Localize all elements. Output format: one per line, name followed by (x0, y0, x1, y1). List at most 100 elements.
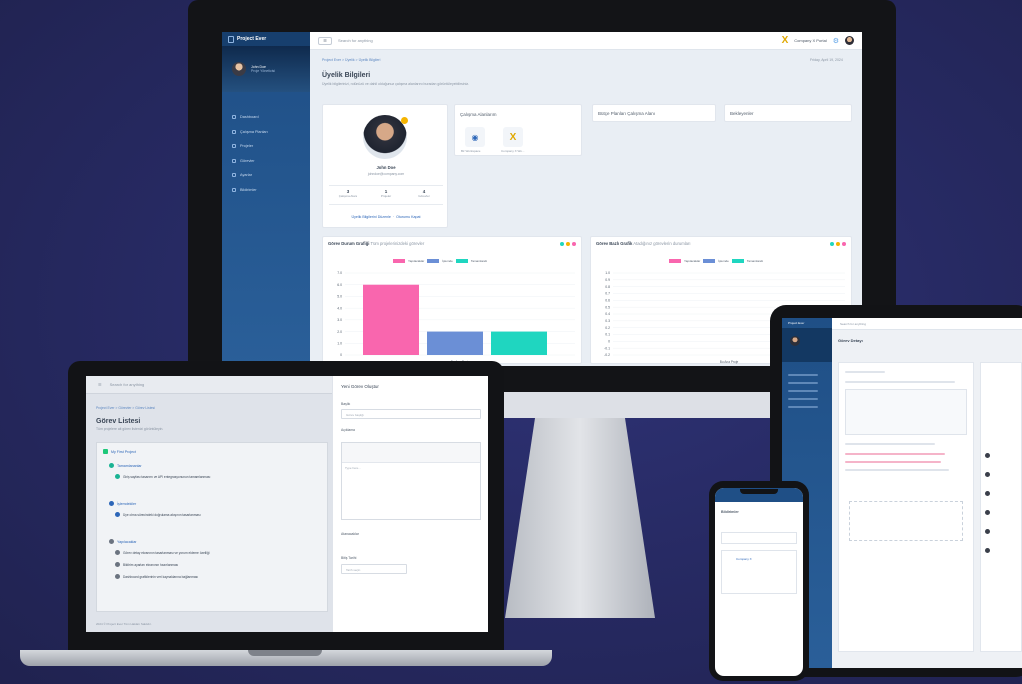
legend-label[interactable]: Yapılacaklar (408, 259, 424, 263)
x-tick-label: Bu Ana Proje (720, 360, 739, 364)
legend-swatch (393, 259, 405, 263)
search-input[interactable]: Search for anything (110, 382, 145, 387)
sidebar-item-notifications[interactable]: Bildirimler (232, 183, 310, 198)
feed-list (981, 363, 1021, 553)
workspace-label: Company X Wo... (501, 149, 525, 153)
task-title: Dashboard grafiklerinin veri kaynakların… (123, 574, 199, 579)
page-title: Bildirimler (721, 510, 739, 514)
stat-label: Çalışma Alanı (338, 194, 358, 198)
avatar (985, 491, 990, 496)
notification-card[interactable]: Company X (721, 550, 797, 594)
menu-icon[interactable]: ☰ (98, 382, 102, 387)
search-input[interactable]: Search for anything (840, 322, 866, 326)
sidebar-item[interactable] (788, 398, 818, 400)
section-todo[interactable]: Yapılacaklar (109, 539, 137, 544)
stat-projects: 1 Projeler (367, 186, 405, 204)
control-dot[interactable] (836, 242, 840, 246)
sidebar-item[interactable] (788, 374, 818, 376)
avatar[interactable] (232, 62, 246, 76)
legend-label[interactable]: Yapılacaklar (684, 259, 700, 263)
company-switcher[interactable]: Company X Portal (794, 38, 826, 43)
chart-title-main: Görev Bazlı Grafik (596, 241, 633, 246)
bar-yapılacaklar (363, 284, 419, 355)
editor-toolbar[interactable] (342, 443, 480, 463)
y-tick-label: 0.9 (605, 278, 610, 282)
filter-card[interactable] (721, 532, 797, 544)
breadcrumb[interactable]: Project Ever > Görevler > Görev Listesi (96, 406, 155, 410)
budget-card[interactable]: Bütçe Planları Çalışma Alanı (592, 104, 716, 122)
sidebar-item-label: Projeler (240, 144, 254, 149)
description-editor[interactable] (845, 389, 967, 435)
control-dot[interactable] (830, 242, 834, 246)
project-name: My First Project (111, 449, 136, 454)
edit-profile-link[interactable]: Üyelik Bilgilerini Düzenle (352, 215, 391, 219)
control-dot[interactable] (566, 242, 570, 246)
sidebar-item[interactable] (788, 390, 818, 392)
x-logo-icon: X (781, 34, 789, 46)
avatar[interactable] (845, 36, 854, 45)
check-circle-icon (115, 474, 120, 479)
avatar[interactable] (790, 336, 800, 346)
profile-card: John Doe johndoe@company.com 3 Çalışma Al… (322, 104, 448, 228)
list-item[interactable]: Üye olma sürecindeki doğrulama akışının … (115, 512, 201, 517)
control-dot[interactable] (572, 242, 576, 246)
sidebar-item-label: Dashboard (240, 115, 259, 120)
section-label: İşlemdekiler (117, 501, 137, 506)
text-line (845, 453, 945, 455)
legend-label[interactable]: Tamamlandı (747, 259, 763, 263)
workspace-item[interactable]: X (503, 127, 523, 147)
legend-label[interactable]: Tamamlandı (471, 259, 487, 263)
control-dot[interactable] (560, 242, 564, 246)
chart-controls[interactable] (560, 242, 576, 246)
sidebar-item[interactable] (788, 406, 818, 408)
field-label: Bitiş Tarihi (341, 556, 357, 560)
text-line (845, 461, 941, 463)
legend-label[interactable]: İşlemde (718, 259, 729, 263)
list-item[interactable]: Görev detay ekranının tasarlanması ve yo… (115, 550, 209, 555)
control-dot[interactable] (842, 242, 846, 246)
section-done[interactable]: Tamamlananlar (109, 463, 142, 468)
user-panel (782, 328, 832, 362)
breadcrumb[interactable]: Project Ever > Üyelik > Üyelik Bilgileri (322, 58, 380, 62)
description-editor[interactable]: Type here... (341, 442, 481, 520)
legend-label[interactable]: İşlemde (442, 259, 453, 263)
date-input[interactable]: Tarih seçin (341, 564, 407, 574)
y-tick-label: 1.0 (605, 271, 610, 275)
y-tick-label: 0 (608, 340, 610, 344)
list-item[interactable]: Bildirim ayarları ekranının hazırlanması (115, 562, 178, 567)
pending-card[interactable]: Bekleyenler (724, 104, 852, 122)
menu-toggle-button[interactable]: ☰ (318, 36, 332, 45)
sidebar-item-projects[interactable]: Projeler (232, 139, 310, 154)
chart-card-status: Görev Durum Grafiği Tüm projelerinizdeki… (322, 236, 582, 364)
y-tick-label: 0 (340, 353, 342, 357)
search-input[interactable]: Search for anything (338, 38, 776, 43)
sidebar-item[interactable] (788, 382, 818, 384)
stat-workspaces: 3 Çalışma Alanı (329, 186, 367, 204)
logout-link[interactable]: Oturumu Kapat (396, 215, 420, 219)
project-panel: My First Project Tamamlananlar Giriş say… (96, 442, 328, 612)
project-header[interactable]: My First Project (103, 449, 136, 454)
topbar: ☰ Search for anything X Company X Portal… (310, 32, 862, 50)
list-item[interactable]: Giriş sayfası tasarımı ve API entegrasyo… (115, 474, 210, 479)
sidebar-header[interactable]: Project Ever (222, 32, 310, 46)
sidebar-item-settings[interactable]: Ayarlar (232, 168, 310, 183)
y-tick-label: 1.0 (337, 341, 342, 345)
y-tick-label: 6.0 (337, 283, 342, 287)
sidebar-item-plans[interactable]: Çalışma Planları (232, 125, 310, 140)
list-item[interactable]: Dashboard grafiklerinin veri kaynakların… (115, 574, 198, 579)
phone-notch (740, 489, 778, 494)
check-circle-icon (109, 463, 114, 468)
sidebar-item-tasks[interactable]: Görevler (232, 154, 310, 169)
workspace-item[interactable]: ◉ (465, 127, 485, 147)
page-subtitle: Üyelik bilgilerinizi, rolünüzü ve dahil … (322, 82, 470, 86)
legend-swatch (427, 259, 440, 263)
file-upload-dropzone[interactable] (849, 501, 963, 541)
page-title: Görev Listesi (96, 418, 141, 425)
y-tick-label: -0.1 (604, 346, 610, 350)
gear-icon[interactable]: ⚙ (833, 37, 839, 45)
chart-controls[interactable] (830, 242, 846, 246)
section-in-progress[interactable]: İşlemdekiler (109, 501, 136, 506)
sidebar-item-dashboard[interactable]: Dashboard (232, 110, 310, 125)
y-tick-label: 0.5 (605, 305, 610, 309)
task-title-input[interactable]: Görev başlığı (341, 409, 481, 419)
